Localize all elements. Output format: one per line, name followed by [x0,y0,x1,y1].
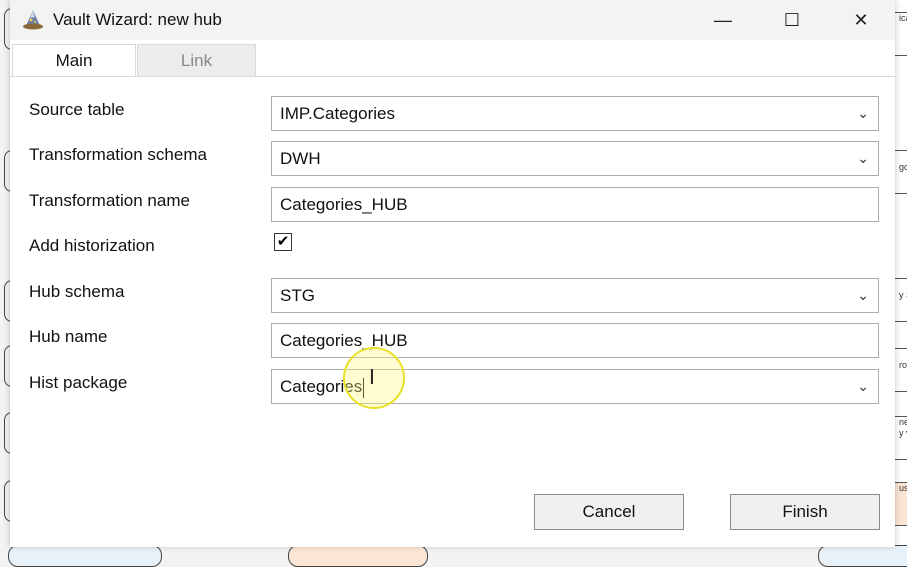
transformation-name-input[interactable]: Categories_HUB [271,187,879,222]
background-node [8,545,162,567]
minimize-button[interactable]: — [700,0,746,40]
add-historization-checkbox[interactable]: ✔ [274,233,292,251]
transformation-name-label: Transformation name [29,191,190,210]
transformation-schema-value: DWH [280,149,321,168]
hub-schema-select[interactable]: STG ⌄ [271,278,879,313]
maximize-button[interactable]: ☐ [769,0,815,40]
wizard-hat-icon [23,10,43,30]
finish-button[interactable]: Finish [730,494,880,530]
hub-name-label: Hub name [29,327,108,346]
hub-schema-label: Hub schema [29,282,125,301]
add-historization-label: Add historization [29,236,155,255]
title-bar[interactable]: Vault Wizard: new hub — ☐ ✕ [10,0,895,40]
vault-wizard-dialog: Vault Wizard: new hub — ☐ ✕ Main Link So… [10,0,895,547]
hub-schema-value: STG [280,286,315,305]
hist-package-combobox[interactable]: Categories ⌄ [271,369,879,404]
hist-package-label: Hist package [29,373,128,392]
tab-main[interactable]: Main [12,44,136,77]
window-title: Vault Wizard: new hub [53,10,222,29]
chevron-down-icon: ⌄ [857,150,869,166]
hub-name-input[interactable]: Categories_HUB [271,323,879,358]
source-table-label: Source table [29,100,125,119]
transformation-schema-select[interactable]: DWH ⌄ [271,141,879,176]
checkmark-icon: ✔ [276,233,290,250]
chevron-down-icon: ⌄ [857,378,869,394]
transformation-name-value: Categories_HUB [280,195,408,214]
text-caret [363,377,365,398]
background-node [288,545,428,567]
background-node [818,545,907,567]
source-table-value: IMP.Categories [280,104,395,123]
tab-link[interactable]: Link [137,44,256,77]
source-table-select[interactable]: IMP.Categories ⌄ [271,96,879,131]
chevron-down-icon: ⌄ [857,105,869,121]
hub-name-value: Categories_HUB [280,331,408,350]
hist-package-value: Categories [280,377,363,396]
background-canvas [895,0,907,552]
cancel-button[interactable]: Cancel [534,494,684,530]
close-button[interactable]: ✕ [838,0,884,40]
transformation-schema-label: Transformation schema [29,145,207,164]
chevron-down-icon: ⌄ [857,287,869,303]
